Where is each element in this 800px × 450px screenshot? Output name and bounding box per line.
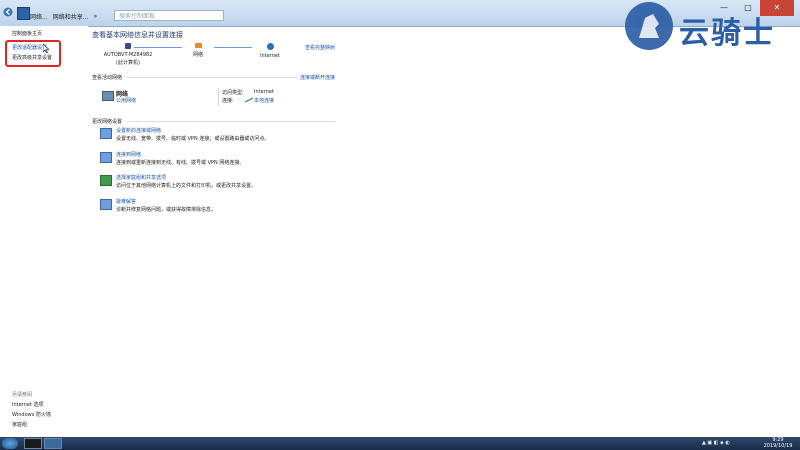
- network-setup-icon: [100, 128, 112, 139]
- change-settings-heading: 更改网络设置: [92, 119, 123, 125]
- taskbar-app-terminal[interactable]: [24, 438, 42, 449]
- map-node-label: AUTOBVT-M284982: [103, 52, 153, 58]
- network-icon: [194, 43, 202, 48]
- globe-icon: [266, 43, 274, 50]
- see-also-homegroup[interactable]: 家庭组: [12, 421, 27, 428]
- divider: [127, 77, 297, 78]
- homegroup-icon: [100, 175, 112, 186]
- access-type-value: Internet: [254, 89, 274, 95]
- task-description: 访问位于其他网络计算机上的文件和打印机，或更改共享设置。: [116, 183, 257, 189]
- map-node-label: Internet: [260, 53, 280, 59]
- see-also-firewall[interactable]: Windows 防火墙: [12, 411, 51, 418]
- task-description: 设置无线、宽带、拨号、临时或 VPN 连接；或设置路由器或访问点。: [116, 136, 270, 142]
- divider: [127, 121, 335, 122]
- map-node-label: 网络: [192, 52, 203, 58]
- computer-icon: [125, 43, 131, 49]
- task-link[interactable]: 选择家庭组和共享选项: [116, 174, 166, 181]
- start-button[interactable]: [2, 438, 18, 449]
- see-also-heading: 另请参阅: [12, 392, 33, 398]
- sidebar: [0, 26, 88, 438]
- connect-disconnect-link[interactable]: 连接或断开连接: [300, 74, 335, 81]
- sidebar-item-advanced-sharing[interactable]: 更改高级共享设置: [12, 54, 52, 61]
- task-description: 连接到或重新连接到无线、有线、拨号或 VPN 网络连接。: [116, 160, 245, 166]
- see-also-internet-options[interactable]: Internet 选项: [12, 401, 43, 408]
- clock[interactable]: 9:29 2019/10/19: [756, 437, 800, 449]
- task-link[interactable]: 疑难解答: [116, 198, 136, 205]
- knight-emblem-icon: [625, 2, 673, 50]
- access-type-label: 访问类型:: [222, 90, 244, 96]
- active-networks-heading: 查看活动网络: [92, 75, 123, 81]
- sidebar-home-link[interactable]: 控制面板主页: [12, 30, 42, 37]
- network-type-link[interactable]: 公用网络: [116, 97, 136, 104]
- taskbar: ▲ ▣ ◧ ◈ ◐ 9:29 2019/10/19: [0, 437, 800, 450]
- local-connection-link[interactable]: 本地连接: [254, 97, 274, 104]
- map-node-computer[interactable]: AUTOBVT-M284982 (此计算机): [98, 43, 158, 66]
- map-connector: [214, 47, 252, 48]
- sidebar-item-adapter-settings[interactable]: 更改适配器设置: [12, 44, 47, 51]
- system-tray-icons[interactable]: ▲ ▣ ◧ ◈ ◐: [702, 440, 730, 446]
- local-connection-icon: [245, 97, 253, 103]
- watermark-logo: 云骑士: [625, 2, 785, 52]
- taskbar-app-control-panel[interactable]: [44, 438, 62, 449]
- control-panel-icon: [17, 7, 30, 20]
- view-full-map-link[interactable]: 查看完整映射: [305, 44, 335, 51]
- task-link[interactable]: 连接到网络: [116, 151, 141, 158]
- task-link[interactable]: 设置新的连接或网络: [116, 127, 161, 134]
- map-node-internet[interactable]: Internet: [253, 43, 287, 59]
- mouse-cursor-icon: [43, 44, 49, 53]
- breadcrumb-item[interactable]: »: [93, 13, 97, 20]
- connect-network-icon: [100, 152, 112, 163]
- clock-date: 2019/10/19: [763, 443, 793, 449]
- troubleshoot-icon: [100, 199, 112, 210]
- map-node-sublabel: (此计算机): [116, 60, 140, 66]
- watermark-text: 云骑士: [679, 16, 775, 51]
- page-title: 查看基本网络信息并设置连接: [92, 31, 183, 39]
- connections-label: 连接:: [222, 98, 234, 104]
- task-description: 诊断并修复网络问题，或获得故障排除信息。: [116, 207, 217, 213]
- search-input[interactable]: 搜索控制面板: [114, 10, 224, 21]
- map-node-network[interactable]: 网络: [183, 43, 213, 58]
- breadcrumb-item[interactable]: 网络...: [30, 12, 48, 21]
- divider: [218, 88, 219, 106]
- back-arrow-icon[interactable]: [3, 7, 13, 17]
- network-bench-icon: [102, 91, 114, 101]
- breadcrumb[interactable]: 网络... 网络和共享... »: [30, 10, 112, 22]
- breadcrumb-item[interactable]: 网络和共享...: [53, 12, 89, 21]
